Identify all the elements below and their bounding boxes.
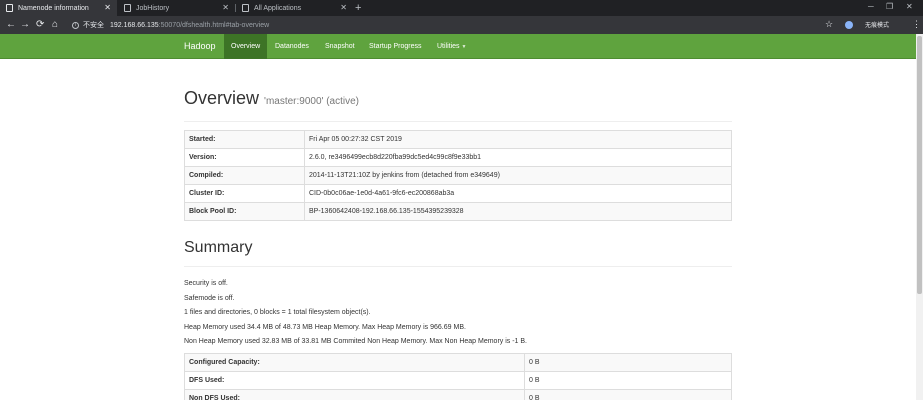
- row-label: Cluster ID:: [184, 184, 305, 203]
- restore-icon[interactable]: ❐: [886, 2, 893, 11]
- info-icon[interactable]: i: [72, 21, 79, 29]
- row-label: Compiled:: [184, 166, 305, 185]
- hadoop-navbar: Hadoop Overview Datanodes Snapshot Start…: [0, 34, 916, 59]
- overview-table: Started: Fri Apr 05 00:27:32 CST 2019 Ver…: [184, 130, 732, 221]
- overview-heading: Overview 'master:9000' (active): [184, 87, 732, 113]
- browser-window: Namenode information ✕ JobHistory ✕ All …: [0, 0, 923, 400]
- tab-jobhistory[interactable]: JobHistory ✕: [118, 0, 235, 16]
- summary-line: Security is off.: [184, 280, 228, 287]
- divider: [184, 266, 732, 267]
- url-path: :50070/dfshealth.html#tab-overview: [158, 21, 270, 29]
- brand-logo[interactable]: Hadoop: [184, 34, 216, 59]
- home-icon[interactable]: ⌂: [52, 19, 58, 31]
- nav-overview[interactable]: Overview: [224, 34, 268, 59]
- table-row: Cluster ID: CID-0b0c06ae-1e0d-4a61-9fc6-e…: [184, 184, 732, 203]
- summary-line: Heap Memory used 34.4 MB of 48.73 MB Hea…: [184, 323, 466, 331]
- tab-all-applications[interactable]: All Applications ✕: [236, 0, 353, 16]
- scrollbar-thumb[interactable]: [917, 36, 922, 294]
- row-value: 0 B: [524, 352, 732, 372]
- row-label: DFS Used:: [184, 370, 525, 390]
- incognito-label[interactable]: 无痕模式: [865, 20, 889, 29]
- table-row: Compiled: 2014-11-13T21:10Z by jenkins fr…: [184, 166, 732, 185]
- page-icon: [242, 4, 249, 12]
- table-row: Configured Capacity: 0 B: [184, 352, 732, 372]
- caret-down-icon: ▼: [461, 44, 467, 50]
- row-label: Block Pool ID:: [184, 202, 305, 221]
- row-label: Started:: [184, 130, 305, 149]
- row-value: Fri Apr 05 00:27:32 CST 2019: [304, 130, 732, 149]
- page-icon: [124, 4, 131, 12]
- overview-subtitle: 'master:9000' (active): [264, 96, 359, 107]
- row-value: 2014-11-13T21:10Z by jenkins from (detac…: [304, 166, 732, 185]
- summary-line: Non Heap Memory used 32.83 MB of 33.81 M…: [184, 338, 528, 345]
- security-label: 不安全: [83, 22, 104, 29]
- table-row: Non DFS Used: 0 B: [184, 388, 732, 400]
- row-label: Non DFS Used:: [184, 388, 525, 400]
- close-icon[interactable]: ✕: [222, 3, 229, 13]
- table-row: Block Pool ID: BP-1360642408-192.168.66.1…: [184, 202, 732, 221]
- nav-startup-progress[interactable]: Startup Progress: [362, 34, 429, 59]
- vertical-scrollbar[interactable]: [916, 34, 923, 400]
- row-label: Configured Capacity:: [184, 352, 525, 372]
- bookmark-star-icon[interactable]: ☆: [825, 19, 833, 30]
- capacity-table: Configured Capacity: 0 B DFS Used: 0 B Non…: [184, 352, 732, 400]
- nav-snapshot[interactable]: Snapshot: [318, 34, 362, 59]
- forward-arrow-icon[interactable]: →: [20, 19, 30, 31]
- summary-heading: Summary: [184, 239, 253, 256]
- tab-strip: Namenode information ✕ JobHistory ✕ All …: [0, 0, 923, 16]
- main-content: Overview 'master:9000' (active) Started:…: [184, 59, 732, 400]
- reload-icon[interactable]: ⟳: [36, 19, 44, 31]
- row-value: 2.6.0, re3496499ecb8d220fba99dc5ed4c99c8…: [304, 148, 732, 167]
- table-row: DFS Used: 0 B: [184, 370, 732, 390]
- minimize-icon[interactable]: ─: [868, 2, 874, 11]
- new-tab-icon[interactable]: +: [355, 1, 361, 15]
- tab-namenode-information[interactable]: Namenode information ✕: [0, 0, 117, 16]
- nav-utilities-label: Utilities: [437, 43, 460, 50]
- close-icon[interactable]: ✕: [104, 3, 111, 13]
- tab-title: All Applications: [254, 4, 302, 12]
- back-arrow-icon[interactable]: ←: [6, 19, 16, 31]
- nav-datanodes[interactable]: Datanodes: [268, 34, 316, 59]
- page-icon: [6, 4, 13, 12]
- tab-title: JobHistory: [136, 4, 170, 12]
- extension-icon[interactable]: [845, 21, 853, 29]
- address-bar[interactable]: i 不安全 192.168.66.135:50070/dfshealth.htm…: [72, 18, 842, 32]
- nav-utilities[interactable]: Utilities ▼: [430, 34, 473, 59]
- row-label: Version:: [184, 148, 305, 167]
- table-row: Version: 2.6.0, re3496499ecb8d220fba99dc5…: [184, 148, 732, 167]
- close-icon[interactable]: ✕: [340, 3, 347, 13]
- table-row: Started: Fri Apr 05 00:27:32 CST 2019: [184, 130, 732, 149]
- row-value: 0 B: [524, 370, 732, 390]
- overview-title: Overview: [184, 88, 260, 108]
- divider: [184, 121, 732, 122]
- summary-line: Safemode is off.: [184, 294, 235, 302]
- page-content: Hadoop Overview Datanodes Snapshot Start…: [0, 34, 916, 400]
- window-close-icon[interactable]: ✕: [906, 2, 913, 11]
- summary-lines: Security is off. Safemode is off. 1 file…: [184, 277, 732, 350]
- menu-icon[interactable]: ⋮: [912, 19, 921, 30]
- tab-title: Namenode information: [18, 4, 89, 12]
- row-value: CID-0b0c06ae-1e0d-4a61-9fc6-ec200868ab3a: [304, 184, 732, 203]
- row-value: 0 B: [524, 388, 732, 400]
- summary-line: 1 files and directories, 0 blocks = 1 to…: [184, 309, 371, 316]
- browser-toolbar: ← → ⟳ ⌂ i 不安全 192.168.66.135:50070/dfshe…: [0, 16, 923, 34]
- row-value: BP-1360642408-192.168.66.135-15543952393…: [304, 202, 732, 221]
- url-host: 192.168.66.135: [110, 21, 159, 29]
